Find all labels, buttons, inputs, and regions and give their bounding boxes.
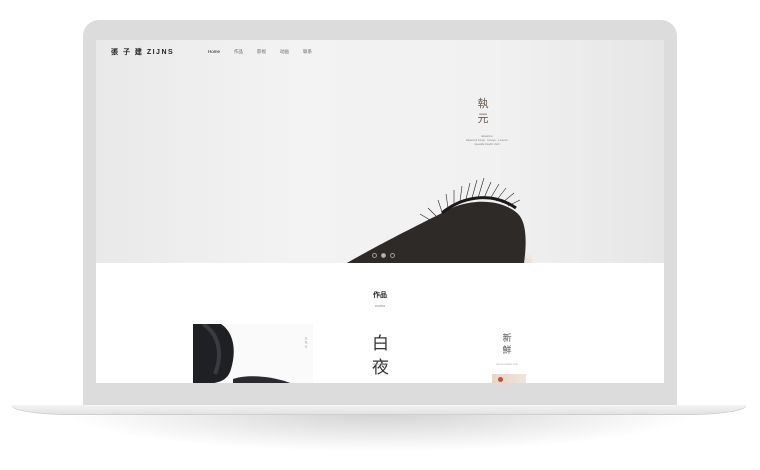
hero-vertical-title: 執元 <box>477 97 489 125</box>
nav-links: Home 作品 影视 动画 联系 <box>208 49 312 55</box>
hero-meta: Ekaterina Ekaterina Kerpp · Kuanyu · Lor… <box>462 135 512 147</box>
hero-meta-line: Eyewide Feedin sheh <box>474 143 500 146</box>
work-card-fresh-title[interactable]: 新鮮 <box>500 333 514 357</box>
work-card-fresh-image[interactable] <box>492 374 526 383</box>
works-section-header: 作品 works <box>96 290 664 308</box>
work-card-teapot[interactable]: 白 色 分 <box>193 324 313 383</box>
work-card-white-night-subtitle: White Night <box>372 362 388 366</box>
nav-item-animation[interactable]: 动画 <box>280 49 289 55</box>
works-title: 作品 <box>373 292 387 299</box>
laptop-base <box>12 405 746 414</box>
site-logo[interactable]: 張 子 建 ZIJNS <box>111 47 174 57</box>
red-fruit-icon <box>498 377 503 382</box>
carousel-dot[interactable] <box>390 253 395 258</box>
top-nav: 張 子 建 ZIJNS Home 作品 影视 动画 联系 <box>96 40 664 66</box>
carousel-dots <box>372 253 395 258</box>
work-card-fresh-subtitle: sorrow surface rush <box>496 363 518 366</box>
nav-item-home[interactable]: Home <box>208 49 220 55</box>
nav-item-film[interactable]: 影视 <box>257 49 266 55</box>
carousel-dot-active[interactable] <box>381 253 386 258</box>
works-subtitle: works <box>374 303 386 308</box>
nav-item-contact[interactable]: 联系 <box>303 49 312 55</box>
nav-item-works[interactable]: 作品 <box>234 49 243 55</box>
card-tag: 白 色 分 <box>304 336 308 348</box>
work-card-white-night-title[interactable]: 白夜 <box>372 332 389 380</box>
cat-ear-image <box>346 177 532 263</box>
carousel-dot[interactable] <box>372 253 377 258</box>
hero-banner: 張 子 建 ZIJNS Home 作品 影视 动画 联系 執元 Ekaterin… <box>96 40 664 263</box>
laptop-screen: 張 子 建 ZIJNS Home 作品 影视 动画 联系 執元 Ekaterin… <box>96 40 664 383</box>
laptop-shadow <box>60 412 700 452</box>
